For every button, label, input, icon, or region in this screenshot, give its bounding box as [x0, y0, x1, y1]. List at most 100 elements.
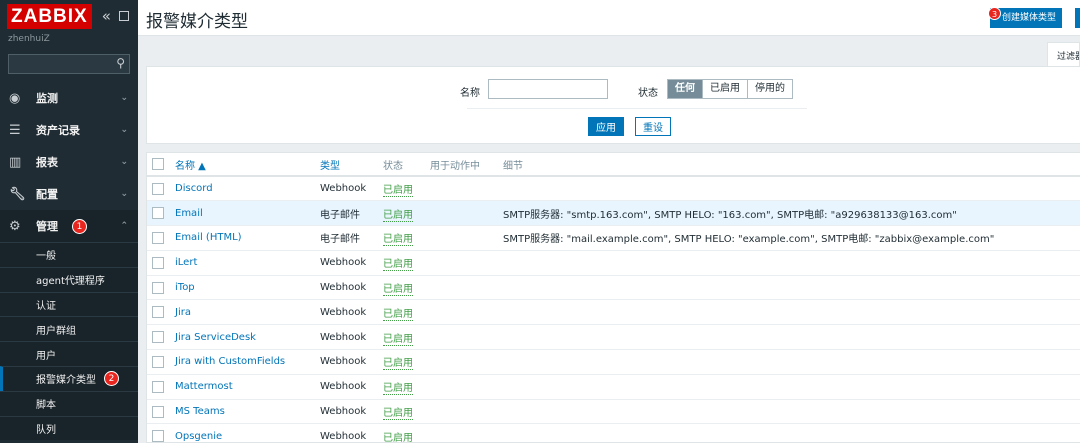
table-row: MS Teams Webhook 已启用 — [147, 399, 1080, 425]
used-in-actions — [430, 349, 503, 375]
status-toggle[interactable]: 已启用 — [383, 333, 413, 346]
media-type-details — [503, 423, 1080, 442]
select-all-checkbox[interactable] — [152, 158, 164, 170]
row-checkbox[interactable] — [152, 281, 164, 294]
gear-icon: ⚙ — [9, 218, 21, 234]
row-select-cell — [147, 349, 169, 375]
select-all-cell — [147, 153, 169, 177]
kiosk-mode-icon[interactable] — [118, 11, 129, 21]
page-title: 报警媒介类型 — [146, 12, 248, 32]
row-checkbox[interactable] — [152, 182, 164, 195]
menu-configuration[interactable]: 🔧︎ 配置 ⌄ — [0, 178, 138, 210]
reset-button[interactable]: 重设 — [635, 117, 671, 136]
row-select-cell — [147, 176, 169, 202]
name-filter-input[interactable] — [488, 79, 608, 99]
media-type-name-link[interactable]: Jira — [175, 307, 191, 318]
apply-button[interactable]: 应用 — [588, 117, 624, 136]
search-input[interactable] — [9, 55, 129, 73]
media-type-name-link[interactable]: Discord — [175, 183, 213, 194]
media-type-name-link[interactable]: iTop — [175, 282, 195, 293]
row-checkbox[interactable] — [152, 380, 164, 393]
submenu-media-types[interactable]: 报警媒介类型 2 — [0, 365, 138, 391]
used-in-actions — [430, 399, 503, 425]
table-row: Discord Webhook 已启用 — [147, 176, 1080, 202]
status-option-disabled[interactable]: 停用的 — [747, 80, 792, 98]
media-type-type: Webhook — [320, 349, 383, 375]
media-type-name-link[interactable]: Email — [175, 208, 203, 219]
menu-label: 报表 — [36, 156, 58, 169]
media-type-type: Webhook — [320, 374, 383, 400]
import-button[interactable] — [1075, 8, 1080, 28]
submenu-general[interactable]: 一般 — [0, 242, 138, 267]
submenu-scripts[interactable]: 脚本 — [0, 390, 138, 416]
menu-inventory[interactable]: ☰ 资产记录 ⌄ — [0, 114, 138, 146]
row-select-cell — [147, 374, 169, 400]
menu-label: 监测 — [36, 92, 58, 105]
column-name[interactable]: 名称 ▲ — [169, 153, 320, 177]
table-row: Opsgenie Webhook 已启用 — [147, 423, 1080, 442]
media-type-name-link[interactable]: Opsgenie — [175, 431, 222, 442]
media-type-name-link[interactable]: MS Teams — [175, 406, 225, 417]
menu-label: 资产记录 — [36, 124, 80, 137]
row-checkbox[interactable] — [152, 331, 164, 344]
chevron-down-icon: ⌄ — [120, 189, 128, 199]
list-icon: ☰ — [9, 122, 21, 138]
media-type-name-link[interactable]: Email (HTML) — [175, 232, 242, 243]
row-checkbox[interactable] — [152, 231, 164, 244]
row-select-cell — [147, 299, 169, 326]
menu-reports[interactable]: ▥ 报表 ⌄ — [0, 146, 138, 178]
media-type-type: 电子邮件 — [320, 225, 383, 251]
column-type[interactable]: 类型 — [320, 153, 383, 177]
status-toggle[interactable]: 已启用 — [383, 209, 413, 222]
submenu-authentication[interactable]: 认证 — [0, 291, 138, 317]
table-row: iTop Webhook 已启用 — [147, 275, 1080, 301]
collapse-sidebar-icon[interactable]: « — [102, 7, 111, 25]
media-type-type: Webhook — [320, 250, 383, 276]
status-toggle[interactable]: 已启用 — [383, 284, 413, 297]
submenu-user-groups[interactable]: 用户群组 — [0, 316, 138, 341]
status-toggle[interactable]: 已启用 — [383, 308, 413, 321]
used-in-actions — [430, 250, 503, 276]
media-type-name-link[interactable]: Jira with CustomFields — [175, 356, 285, 367]
status-toggle[interactable]: 已启用 — [383, 432, 413, 442]
row-select-cell — [147, 324, 169, 351]
status-toggle[interactable]: 已启用 — [383, 358, 413, 371]
media-type-name-link[interactable]: iLert — [175, 257, 197, 268]
name-filter-label: 名称 — [460, 88, 480, 99]
column-details: 细节 — [503, 153, 1080, 177]
search-box: ⚲ — [8, 54, 130, 74]
row-checkbox[interactable] — [152, 256, 164, 269]
status-toggle[interactable]: 已启用 — [383, 234, 413, 247]
media-type-details — [503, 176, 1080, 202]
zabbix-logo[interactable]: ZABBIX — [7, 3, 92, 29]
row-checkbox[interactable] — [152, 355, 164, 368]
media-type-name-link[interactable]: Mattermost — [175, 381, 233, 392]
search-icon[interactable]: ⚲ — [116, 56, 125, 70]
logo-row: ZABBIX « — [0, 0, 138, 32]
table-row: Jira with CustomFields Webhook 已启用 — [147, 349, 1080, 375]
submenu-proxies[interactable]: agent代理程序 — [0, 266, 138, 292]
column-used-in-actions: 用于动作中 — [430, 153, 503, 177]
menu-monitoring[interactable]: ◉ 监测 ⌄ — [0, 82, 138, 114]
row-checkbox[interactable] — [152, 430, 164, 442]
status-option-enabled[interactable]: 已启用 — [702, 80, 747, 98]
filter-tab[interactable]: 过滤器 — [1047, 42, 1080, 66]
step-badge: 1 — [72, 218, 87, 234]
row-select-cell — [147, 399, 169, 425]
row-checkbox[interactable] — [152, 306, 164, 319]
submenu-users[interactable]: 用户 — [0, 341, 138, 366]
chevron-down-icon: ⌄ — [120, 125, 128, 135]
table-row: Mattermost Webhook 已启用 — [147, 374, 1080, 400]
media-type-name-link[interactable]: Jira ServiceDesk — [175, 332, 256, 343]
submenu-queue[interactable]: 队列 — [0, 415, 138, 441]
media-type-details — [503, 299, 1080, 326]
row-checkbox[interactable] — [152, 405, 164, 418]
status-toggle[interactable]: 已启用 — [383, 383, 413, 396]
menu-administration[interactable]: ⚙ 管理 1 ⌃ — [0, 210, 138, 242]
status-toggle[interactable]: 已启用 — [383, 259, 413, 272]
status-option-any[interactable]: 任何 — [668, 80, 702, 98]
status-toggle[interactable]: 已启用 — [383, 408, 413, 421]
chevron-down-icon: ⌄ — [120, 157, 128, 167]
row-checkbox[interactable] — [152, 207, 164, 220]
status-toggle[interactable]: 已启用 — [383, 185, 413, 198]
